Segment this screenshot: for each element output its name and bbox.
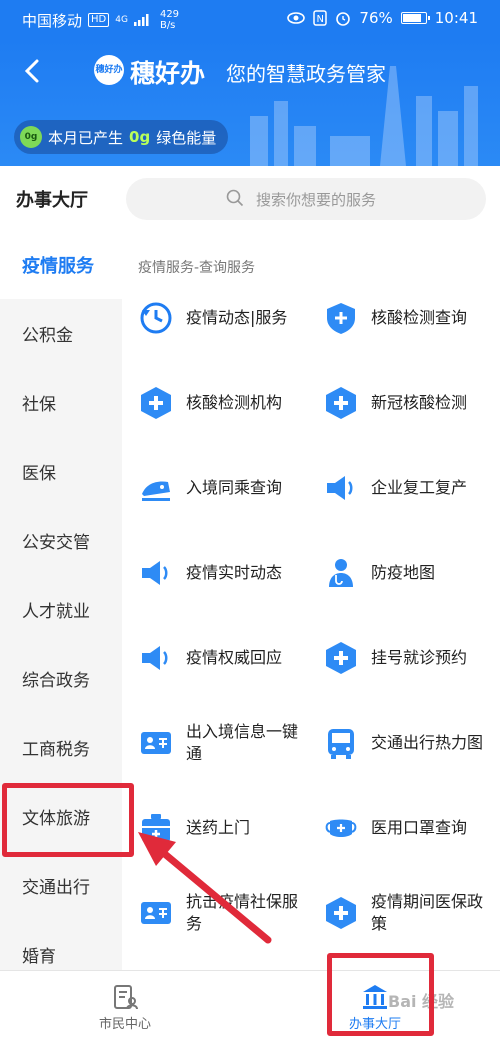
- service-item[interactable]: 疫情期间医保政策: [307, 883, 492, 943]
- sidebar-item-housing-fund[interactable]: 公积金: [0, 299, 122, 368]
- megaphone-icon: [327, 476, 353, 500]
- service-item[interactable]: 核酸检测查询: [307, 288, 492, 348]
- chevron-left-icon: [24, 59, 39, 83]
- medical-cross-icon: [326, 387, 356, 419]
- service-label: 核酸检测机构: [186, 393, 283, 412]
- government-building-icon: [363, 985, 387, 1009]
- leaf-icon: 0g: [20, 126, 42, 148]
- service-label: 交通出行热力图: [371, 733, 484, 752]
- medicine-box-icon: [142, 814, 170, 842]
- service-label: 疫情权威回应: [186, 648, 283, 667]
- service-label: 送药上门: [186, 818, 251, 837]
- clock-time: 10:41: [434, 9, 478, 27]
- service-item[interactable]: 交通出行热力图: [307, 713, 492, 773]
- service-label: 核酸检测查询: [371, 308, 468, 327]
- service-label: 新冠核酸检测: [371, 393, 468, 412]
- service-label: 挂号就诊预约: [371, 648, 468, 667]
- bus-icon: [328, 729, 354, 759]
- citizen-card-icon: [114, 985, 138, 1010]
- service-item[interactable]: 疫情实时动态: [122, 543, 307, 603]
- mask-icon: [325, 819, 357, 837]
- service-item[interactable]: 挂号就诊预约: [307, 628, 492, 688]
- nav-label: 市民中心: [98, 1017, 151, 1032]
- signal-icon: 4G: [115, 14, 128, 25]
- baidu-watermark: Bai 经验: [388, 992, 455, 1011]
- id-card-icon: [141, 732, 171, 754]
- megaphone-icon: [142, 561, 168, 585]
- shield-plus-icon: [327, 303, 355, 334]
- svg-text:N: N: [317, 14, 324, 25]
- sidebar-item-social-security[interactable]: 社保: [0, 368, 122, 437]
- battery-icon: [400, 12, 430, 24]
- category-sidebar: 疫情服务 公积金 社保 医保 公安交管 人才就业 综合政务 工商税务 文体旅游 …: [0, 230, 122, 970]
- sidebar-item-culture-tourism[interactable]: 文体旅游: [0, 782, 122, 851]
- service-item[interactable]: 疫情权威回应: [122, 628, 307, 688]
- service-item[interactable]: 企业复工复产: [307, 458, 492, 518]
- nfc-icon: N: [313, 10, 328, 26]
- energy-prefix: 本月已产生: [48, 128, 124, 147]
- status-bar: 中国移动 HD 4G 429 B/s N 76% 10:41: [0, 0, 500, 38]
- speed-unit: B/s: [159, 20, 176, 31]
- clock-refresh-icon: [140, 302, 172, 334]
- service-label: 入境同乘查询: [186, 478, 283, 497]
- speed-value: 429: [159, 9, 180, 20]
- eye-icon: [287, 12, 306, 24]
- carrier-name: 中国移动: [22, 11, 83, 30]
- service-label: 抗击疫情社保服务: [186, 892, 299, 933]
- service-item[interactable]: 疫情动态|服务: [122, 288, 307, 348]
- service-item[interactable]: 医用口罩查询: [307, 798, 492, 858]
- train-icon: [142, 481, 170, 501]
- app-header: 穗好办 穗好办 您的智慧政务管家 0g 本月已产生 0g 绿色能量: [0, 38, 500, 166]
- service-label: 疫情实时动态: [186, 563, 283, 582]
- energy-value: 0g: [129, 128, 151, 146]
- green-energy-badge[interactable]: 0g 本月已产生 0g 绿色能量: [14, 120, 229, 154]
- sidebar-item-business-tax[interactable]: 工商税务: [0, 713, 122, 782]
- medical-cross-icon: [141, 387, 171, 419]
- service-item[interactable]: 入境同乘查询: [122, 458, 307, 518]
- megaphone-icon: [142, 646, 168, 670]
- sidebar-item-traffic-police[interactable]: 公安交管: [0, 506, 122, 575]
- app-name: 穗好办: [130, 59, 206, 88]
- medical-cross-icon: [326, 642, 356, 674]
- hd-icon: HD: [88, 13, 110, 27]
- search-icon: [226, 189, 244, 207]
- service-item[interactable]: 防疫地图: [307, 543, 492, 603]
- service-content: 疫情服务-查询服务 疫情动态|服务 核酸检测查询 核酸检测机构 新冠核酸检测 入…: [122, 230, 500, 970]
- nav-label: 办事大厅: [348, 1017, 401, 1032]
- alarm-icon: [336, 12, 351, 26]
- service-item[interactable]: 送药上门: [122, 798, 307, 858]
- energy-suffix: 绿色能量: [156, 128, 217, 147]
- signal-bars-icon: [133, 14, 149, 26]
- service-item[interactable]: 新冠核酸检测: [307, 373, 492, 433]
- app-logo: 穗好办: [94, 55, 124, 85]
- service-item[interactable]: 抗击疫情社保服务: [122, 883, 307, 943]
- sidebar-item-talent-employment[interactable]: 人才就业: [0, 575, 122, 644]
- service-label: 医用口罩查询: [371, 818, 468, 837]
- sidebar-item-epidemic[interactable]: 疫情服务: [0, 230, 122, 299]
- app-slogan: 您的智慧政务管家: [226, 62, 386, 86]
- service-label: 疫情动态|服务: [186, 308, 288, 327]
- battery-percent: 76%: [359, 9, 393, 27]
- sidebar-item-medical-insurance[interactable]: 医保: [0, 437, 122, 506]
- service-item[interactable]: 核酸检测机构: [122, 373, 307, 433]
- service-item[interactable]: 出入境信息一键通: [122, 713, 307, 773]
- nav-service-hall[interactable]: 办事大厅: [250, 971, 500, 1038]
- section-title: 疫情服务-查询服务: [138, 260, 256, 276]
- service-label: 企业复工复产: [371, 478, 468, 497]
- service-label: 疫情期间医保政策: [371, 892, 484, 933]
- doctor-icon: [329, 559, 353, 587]
- id-card-icon: [141, 902, 171, 924]
- hall-title: 办事大厅: [16, 190, 88, 211]
- search-placeholder: 搜索你想要的服务: [256, 191, 377, 209]
- service-label: 防疫地图: [371, 563, 436, 582]
- search-input[interactable]: 搜索你想要的服务: [126, 178, 486, 220]
- medical-cross-icon: [326, 897, 356, 929]
- network-speed: 429 B/s: [160, 9, 179, 31]
- back-button[interactable]: [18, 56, 48, 86]
- service-label: 出入境信息一键通: [186, 722, 299, 763]
- nav-citizen-center[interactable]: 市民中心: [0, 971, 250, 1038]
- search-row: 办事大厅 搜索你想要的服务: [0, 166, 500, 230]
- sidebar-item-general-affairs[interactable]: 综合政务: [0, 644, 122, 713]
- sidebar-item-transportation[interactable]: 交通出行: [0, 851, 122, 920]
